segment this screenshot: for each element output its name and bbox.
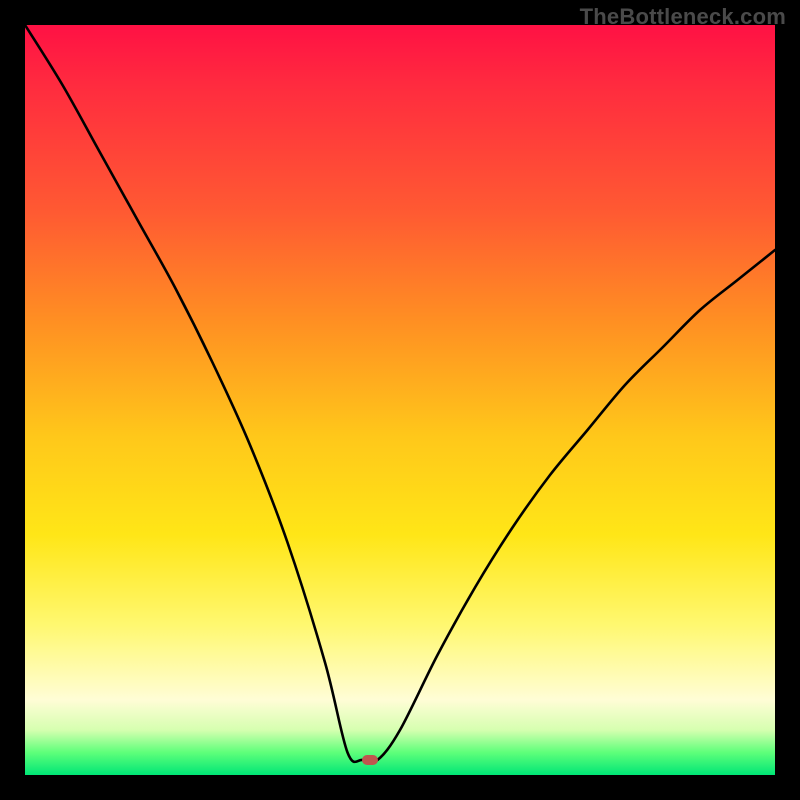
chart-container: TheBottleneck.com [0,0,800,800]
plot-area [25,25,775,775]
bottleneck-curve [25,25,775,775]
optimum-marker [362,755,378,765]
